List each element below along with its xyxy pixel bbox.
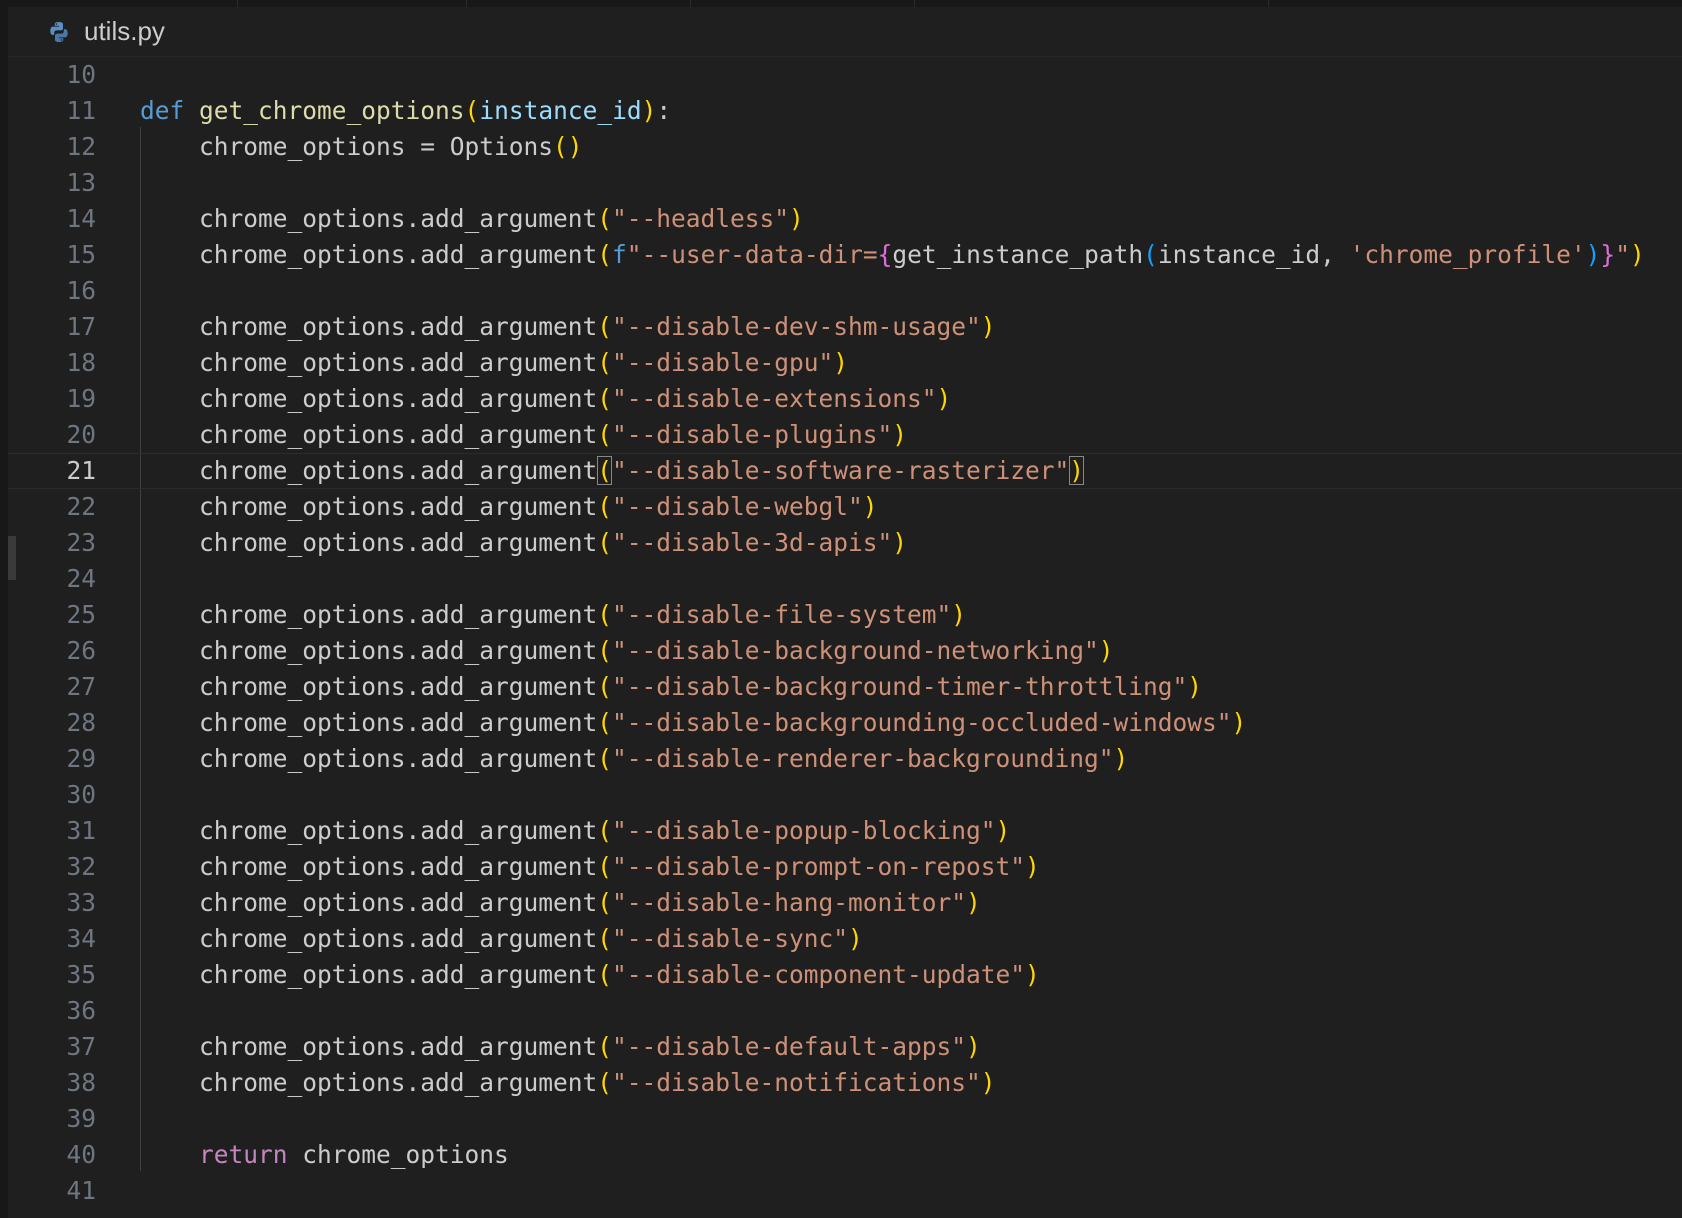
code-line[interactable]: 17 chrome_options.add_argument("--disabl… xyxy=(8,309,1682,345)
code-line[interactable]: 31 chrome_options.add_argument("--disabl… xyxy=(8,813,1682,849)
code-editor[interactable]: utils.py 10 11 def get_chrome_options(inst… xyxy=(0,0,1682,1218)
line-number[interactable]: 23 xyxy=(8,525,96,561)
line-number[interactable]: 32 xyxy=(8,849,96,885)
line-number[interactable]: 22 xyxy=(8,489,96,525)
line-number[interactable]: 34 xyxy=(8,921,96,957)
line-number[interactable]: 11 xyxy=(8,93,96,129)
line-source[interactable]: chrome_options.add_argument("--disable-3… xyxy=(140,525,907,561)
line-source[interactable]: chrome_options.add_argument("--disable-d… xyxy=(140,309,996,345)
line-number[interactable]: 33 xyxy=(8,885,96,921)
code-line[interactable]: 41 xyxy=(8,1173,1682,1209)
code-line[interactable]: 14 chrome_options.add_argument("--headle… xyxy=(8,201,1682,237)
line-number[interactable]: 17 xyxy=(8,309,96,345)
line-source[interactable]: chrome_options.add_argument("--disable-b… xyxy=(140,705,1246,741)
line-number[interactable]: 21 xyxy=(8,453,96,489)
line-source[interactable]: chrome_options.add_argument("--disable-r… xyxy=(140,741,1128,777)
tab[interactable] xyxy=(915,0,1269,7)
code-line[interactable]: 37 chrome_options.add_argument("--disabl… xyxy=(8,1029,1682,1065)
code-line[interactable]: 23 chrome_options.add_argument("--disabl… xyxy=(8,525,1682,561)
tab-strip[interactable] xyxy=(8,0,1682,7)
line-source[interactable]: chrome_options.add_argument("--disable-g… xyxy=(140,345,848,381)
line-source[interactable]: chrome_options.add_argument("--disable-w… xyxy=(140,489,878,525)
line-source[interactable]: chrome_options.add_argument("--disable-p… xyxy=(140,813,1010,849)
tab[interactable] xyxy=(8,0,238,7)
line-number[interactable]: 20 xyxy=(8,417,96,453)
line-number[interactable]: 13 xyxy=(8,165,96,201)
line-source[interactable]: chrome_options.add_argument("--disable-n… xyxy=(140,1065,996,1101)
line-source[interactable]: chrome_options.add_argument("--disable-c… xyxy=(140,957,1040,993)
code-line[interactable]: 11 def get_chrome_options(instance_id): xyxy=(8,93,1682,129)
line-source[interactable]: return chrome_options xyxy=(140,1137,509,1173)
breadcrumb-file[interactable]: utils.py xyxy=(84,16,165,47)
code-line[interactable]: 34 chrome_options.add_argument("--disabl… xyxy=(8,921,1682,957)
line-number[interactable]: 38 xyxy=(8,1065,96,1101)
code-line[interactable]: 39 xyxy=(8,1101,1682,1137)
line-number[interactable]: 41 xyxy=(8,1173,96,1209)
line-source[interactable]: chrome_options.add_argument("--disable-s… xyxy=(140,921,863,957)
line-number[interactable]: 36 xyxy=(8,993,96,1029)
line-source[interactable]: chrome_options.add_argument("--disable-f… xyxy=(140,597,966,633)
code-line[interactable]: 32 chrome_options.add_argument("--disabl… xyxy=(8,849,1682,885)
code-line[interactable]: 36 xyxy=(8,993,1682,1029)
code-line-current[interactable]: 21 chrome_options.add_argument("--disabl… xyxy=(8,453,1682,489)
line-source[interactable]: chrome_options = Options() xyxy=(140,129,583,165)
line-source[interactable]: chrome_options.add_argument("--disable-h… xyxy=(140,885,981,921)
line-number[interactable]: 19 xyxy=(8,381,96,417)
code-area[interactable]: 10 11 def get_chrome_options(instance_id):… xyxy=(8,57,1682,1209)
line-source[interactable]: chrome_options.add_argument("--disable-s… xyxy=(140,453,1085,489)
line-source[interactable]: chrome_options.add_argument("--headless"… xyxy=(140,201,804,237)
code-line[interactable]: 30 xyxy=(8,777,1682,813)
code-line[interactable]: 19 chrome_options.add_argument("--disabl… xyxy=(8,381,1682,417)
line-number[interactable]: 35 xyxy=(8,957,96,993)
line-number[interactable]: 12 xyxy=(8,129,96,165)
code-line[interactable]: 13 xyxy=(8,165,1682,201)
code-line[interactable]: 18 chrome_options.add_argument("--disabl… xyxy=(8,345,1682,381)
line-number[interactable]: 26 xyxy=(8,633,96,669)
code-line[interactable]: 22 chrome_options.add_argument("--disabl… xyxy=(8,489,1682,525)
line-number[interactable]: 16 xyxy=(8,273,96,309)
code-line[interactable]: 10 xyxy=(8,57,1682,93)
line-source[interactable]: chrome_options.add_argument("--disable-p… xyxy=(140,417,907,453)
line-number[interactable]: 24 xyxy=(8,561,96,597)
line-number[interactable]: 27 xyxy=(8,669,96,705)
line-source[interactable]: chrome_options.add_argument("--disable-b… xyxy=(140,633,1114,669)
line-number[interactable]: 25 xyxy=(8,597,96,633)
line-source[interactable]: chrome_options.add_argument("--disable-e… xyxy=(140,381,951,417)
line-source[interactable]: chrome_options.add_argument("--disable-b… xyxy=(140,669,1202,705)
line-number[interactable]: 14 xyxy=(8,201,96,237)
code-line[interactable]: 12 chrome_options = Options() xyxy=(8,129,1682,165)
line-number[interactable]: 15 xyxy=(8,237,96,273)
tab[interactable] xyxy=(238,0,467,7)
line-number[interactable]: 40 xyxy=(8,1137,96,1173)
code-line[interactable]: 27 chrome_options.add_argument("--disabl… xyxy=(8,669,1682,705)
line-source[interactable]: def get_chrome_options(instance_id): xyxy=(140,93,671,129)
tab[interactable] xyxy=(467,0,691,7)
line-number[interactable]: 28 xyxy=(8,705,96,741)
code-line[interactable]: 35 chrome_options.add_argument("--disabl… xyxy=(8,957,1682,993)
line-number[interactable]: 37 xyxy=(8,1029,96,1065)
python-icon xyxy=(48,21,70,43)
line-number[interactable]: 18 xyxy=(8,345,96,381)
code-line[interactable]: 28 chrome_options.add_argument("--disabl… xyxy=(8,705,1682,741)
line-source[interactable]: chrome_options.add_argument("--disable-p… xyxy=(140,849,1040,885)
code-line[interactable]: 26 chrome_options.add_argument("--disabl… xyxy=(8,633,1682,669)
code-line[interactable]: 20 chrome_options.add_argument("--disabl… xyxy=(8,417,1682,453)
code-line[interactable]: 25 chrome_options.add_argument("--disabl… xyxy=(8,597,1682,633)
line-number[interactable]: 10 xyxy=(8,57,96,93)
line-number[interactable]: 30 xyxy=(8,777,96,813)
breadcrumb: utils.py xyxy=(8,7,1682,57)
line-number[interactable]: 29 xyxy=(8,741,96,777)
code-line[interactable]: 16 xyxy=(8,273,1682,309)
line-source[interactable]: chrome_options.add_argument(f"--user-dat… xyxy=(140,237,1645,273)
code-line[interactable]: 40 return chrome_options xyxy=(8,1137,1682,1173)
line-source[interactable]: chrome_options.add_argument("--disable-d… xyxy=(140,1029,981,1065)
code-line[interactable]: 15 chrome_options.add_argument(f"--user-… xyxy=(8,237,1682,273)
code-line[interactable]: 29 chrome_options.add_argument("--disabl… xyxy=(8,741,1682,777)
tab[interactable] xyxy=(691,0,915,7)
line-number[interactable]: 31 xyxy=(8,813,96,849)
code-line[interactable]: 38 chrome_options.add_argument("--disabl… xyxy=(8,1065,1682,1101)
code-line[interactable]: 24 xyxy=(8,561,1682,597)
line-number[interactable]: 39 xyxy=(8,1101,96,1137)
code-line[interactable]: 33 chrome_options.add_argument("--disabl… xyxy=(8,885,1682,921)
